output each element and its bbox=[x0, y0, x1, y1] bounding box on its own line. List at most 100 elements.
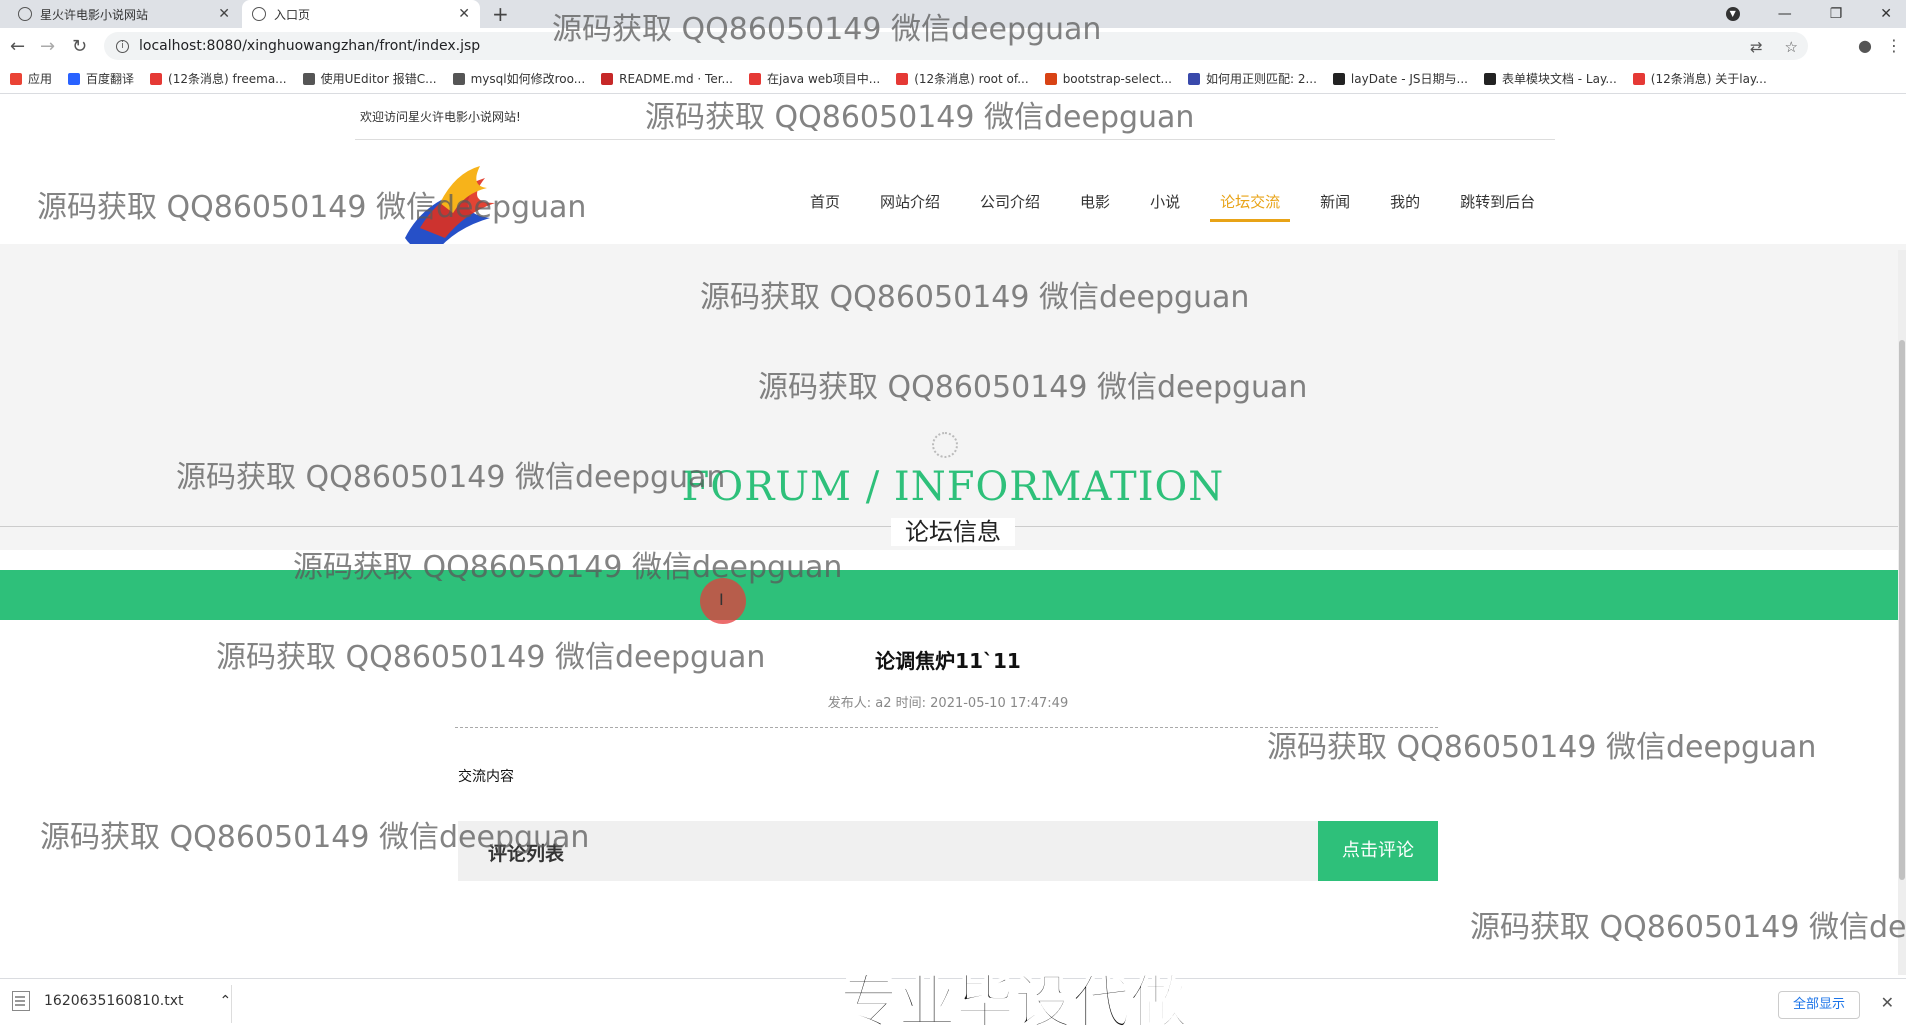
globe-icon bbox=[252, 7, 266, 21]
bookmark-label: (12条消息) freema... bbox=[168, 72, 287, 86]
close-tab-icon[interactable]: ✕ bbox=[458, 6, 470, 22]
bookmark-favicon-icon bbox=[1632, 72, 1645, 85]
divider bbox=[355, 139, 1555, 140]
address-bar[interactable]: i localhost:8080/xinghuowangzhan/front/i… bbox=[104, 32, 1808, 60]
bookmark-label: layDate - JS日期与... bbox=[1350, 72, 1468, 86]
mouse-cursor-highlight bbox=[700, 578, 746, 624]
browser-tab-1[interactable]: 星火许电影小说网站 ✕ bbox=[8, 0, 240, 28]
info-icon[interactable]: i bbox=[116, 39, 129, 53]
bookmark-label: 百度翻译 bbox=[86, 72, 135, 86]
bookmark-favicon-icon bbox=[1187, 72, 1200, 85]
show-all-downloads-button[interactable]: 全部显示 bbox=[1778, 991, 1860, 1019]
post-meta: 发布人: a2 时间: 2021-05-10 17:47:49 bbox=[827, 696, 1069, 711]
nav-item[interactable]: 跳转到后台 bbox=[1440, 188, 1555, 216]
menu-icon[interactable]: ⋮ bbox=[1886, 36, 1902, 55]
post-content: 交流内容 bbox=[458, 769, 514, 785]
comment-list-header: 评论列表 bbox=[458, 821, 1318, 881]
bookmark-item[interactable]: 百度翻译 bbox=[68, 70, 134, 87]
window-controls: ▼ — ❐ ✕ bbox=[1725, 0, 1892, 28]
bookmark-favicon-icon bbox=[1332, 72, 1345, 85]
section-header: FORUM / INFORMATION 论坛信息 bbox=[0, 456, 1906, 548]
post-title: 论调焦炉11`11 bbox=[875, 649, 1021, 673]
welcome-text: 欢迎访问星火许电影小说网站! bbox=[360, 110, 521, 124]
apps-icon bbox=[10, 72, 22, 85]
tab-strip: 星火许电影小说网站 ✕ 入口页 ✕ + ▼ — ❐ ✕ bbox=[0, 0, 1906, 28]
scrollbar-thumb[interactable] bbox=[1899, 340, 1905, 880]
new-tab-icon[interactable]: + bbox=[492, 2, 509, 26]
bookmark-item[interactable]: 使用UEditor 报错C... bbox=[302, 70, 437, 87]
bookmark-label: mysql如何修改roo... bbox=[470, 72, 586, 86]
bookmark-star-icon[interactable]: ☆ bbox=[1785, 38, 1798, 56]
account-icon[interactable]: ● bbox=[1858, 36, 1872, 55]
bookmark-label: bootstrap-select... bbox=[1062, 71, 1172, 86]
nav-item[interactable]: 公司介绍 bbox=[960, 188, 1060, 216]
tab-title: 星火许电影小说网站 bbox=[40, 7, 149, 22]
close-window-icon[interactable]: ✕ bbox=[1880, 6, 1892, 22]
bookmark-favicon-icon bbox=[749, 72, 761, 85]
bookmark-item[interactable]: 表单模块文档 - Lay... bbox=[1483, 70, 1617, 87]
nav-item[interactable]: 网站介绍 bbox=[860, 188, 960, 216]
bookmark-item[interactable]: (12条消息) 关于lay... bbox=[1632, 70, 1767, 87]
download-item[interactable]: 1620635160810.txt ⌃ bbox=[12, 991, 231, 1011]
omnibox-icons: ⇄ ☆ bbox=[1750, 38, 1798, 56]
restore-icon[interactable]: ❐ bbox=[1830, 6, 1843, 22]
bookmark-item[interactable]: (12条消息) root of... bbox=[896, 70, 1029, 87]
browser-tools: ● ⋮ bbox=[1858, 36, 1902, 55]
bookmark-item[interactable]: mysql如何修改roo... bbox=[452, 70, 586, 87]
bookmark-favicon-icon bbox=[452, 72, 465, 85]
bookmark-favicon-icon bbox=[68, 72, 81, 85]
bookmark-item[interactable]: (12条消息) freema... bbox=[150, 70, 287, 87]
divider bbox=[231, 985, 232, 1023]
site-logo[interactable] bbox=[395, 158, 505, 258]
bookmark-label: (12条消息) 关于lay... bbox=[1650, 72, 1767, 86]
bookmark-item[interactable]: README.md · Ter... bbox=[601, 72, 733, 86]
browser-tab-2[interactable]: 入口页 ✕ bbox=[242, 0, 480, 28]
bookmark-item[interactable]: 在java web项目中... bbox=[749, 70, 880, 87]
close-shelf-icon[interactable]: ✕ bbox=[1881, 993, 1894, 1012]
bookmark-label: 如何用正则匹配: 2... bbox=[1205, 72, 1317, 86]
back-icon[interactable]: ← bbox=[10, 36, 25, 57]
url-text: localhost:8080/xinghuowangzhan/front/ind… bbox=[139, 38, 481, 54]
nav-item[interactable]: 新闻 bbox=[1300, 188, 1370, 216]
bookmark-item[interactable]: bootstrap-select... bbox=[1044, 71, 1172, 86]
bookmark-label: 应用 bbox=[28, 72, 53, 86]
bookmark-item[interactable]: 如何用正则匹配: 2... bbox=[1187, 70, 1317, 87]
bookmark-label: 使用UEditor 报错C... bbox=[320, 72, 437, 86]
bookmarks-bar: 应用 百度翻译 (12条消息) freema... 使用UEditor 报错C... m… bbox=[0, 64, 1906, 94]
bookmark-item[interactable]: layDate - JS日期与... bbox=[1332, 70, 1468, 87]
download-filename: 1620635160810.txt bbox=[44, 993, 184, 1009]
minimize-icon[interactable]: — bbox=[1778, 6, 1792, 22]
nav-item[interactable]: 我的 bbox=[1370, 188, 1440, 216]
loading-spinner-icon bbox=[932, 432, 958, 458]
bookmark-item[interactable]: 应用 bbox=[10, 70, 52, 87]
close-tab-icon[interactable]: ✕ bbox=[218, 6, 230, 22]
nav-item[interactable]: 首页 bbox=[790, 188, 860, 216]
reload-icon[interactable]: ↻ bbox=[72, 36, 87, 57]
chevron-up-icon[interactable]: ⌃ bbox=[220, 993, 232, 1009]
text-file-icon bbox=[12, 991, 30, 1011]
section-title-cn: 论坛信息 bbox=[891, 518, 1015, 546]
post-divider bbox=[455, 727, 1438, 728]
browser-toolbar: ← → ↻ i localhost:8080/xinghuowangzhan/f… bbox=[0, 28, 1906, 64]
nav-item[interactable]: 电影 bbox=[1060, 188, 1130, 216]
bookmark-favicon-icon bbox=[1483, 72, 1496, 85]
watermark-banner: 专业毕设代做 bbox=[839, 967, 1189, 1028]
section-green-bar bbox=[0, 570, 1900, 620]
forward-icon[interactable]: → bbox=[40, 36, 55, 57]
main-nav: 首页 网站介绍 公司介绍 电影 小说 论坛交流 新闻 我的 跳转到后台 bbox=[790, 188, 1555, 222]
section-title-cn-wrap: 论坛信息 bbox=[0, 512, 1906, 547]
profile-dropdown-icon[interactable]: ▼ bbox=[1725, 7, 1740, 21]
site-favicon-icon bbox=[18, 7, 32, 21]
bookmark-favicon-icon bbox=[150, 72, 163, 85]
tab-title: 入口页 bbox=[274, 7, 311, 22]
add-comment-button[interactable]: 点击评论 bbox=[1318, 821, 1438, 881]
bookmark-label: 在java web项目中... bbox=[767, 72, 881, 86]
bookmark-label: 表单模块文档 - Lay... bbox=[1501, 72, 1617, 86]
page-scrollbar[interactable] bbox=[1898, 250, 1906, 975]
section-title-en: FORUM / INFORMATION bbox=[681, 464, 1225, 510]
bookmark-favicon-icon bbox=[1044, 72, 1057, 85]
nav-item[interactable]: 论坛交流 bbox=[1200, 188, 1300, 222]
nav-item[interactable]: 小说 bbox=[1130, 188, 1200, 216]
bookmark-label: (12条消息) root of... bbox=[914, 72, 1029, 86]
translate-icon[interactable]: ⇄ bbox=[1750, 38, 1763, 56]
